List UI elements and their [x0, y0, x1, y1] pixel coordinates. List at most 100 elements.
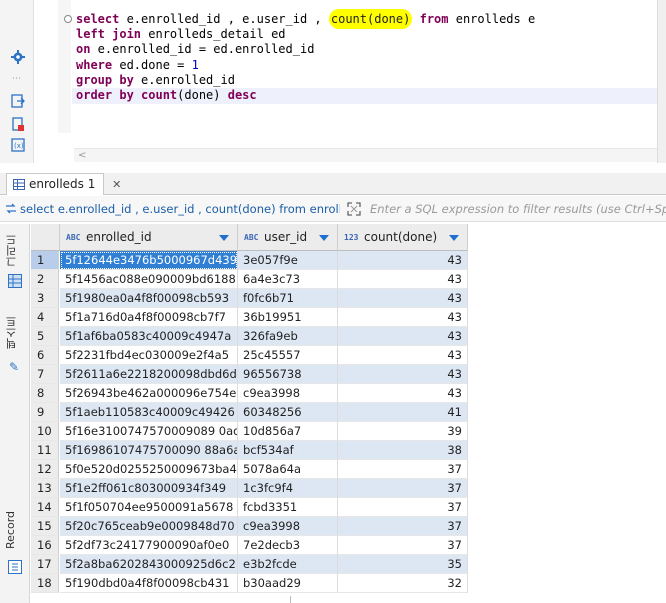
- result-tab[interactable]: enrolleds 1 ✕: [6, 173, 121, 195]
- enrolled-id-cell[interactable]: 5f0e520d0255250009673ba4: [60, 460, 238, 479]
- enrolled-id-cell[interactable]: 5f16986107475700090 88a6a: [60, 441, 238, 460]
- text-view-icon[interactable]: ✎: [9, 360, 19, 374]
- count-done-cell[interactable]: 43: [338, 384, 468, 403]
- enrolled-id-cell[interactable]: 5f190dbd0a4f8f00098cb431: [60, 574, 238, 593]
- table-row[interactable]: 3 5f1980ea0a4f8f00098cb593 f0fc6b71 43: [31, 289, 468, 308]
- user-id-cell[interactable]: e3b2fcde: [238, 555, 338, 574]
- table-row[interactable]: 17 5f2a8ba6202843000925d6c2 e3b2fcde 35: [31, 555, 468, 574]
- table-row[interactable]: 12 5f0e520d0255250009673ba4 5078a64a 37: [31, 460, 468, 479]
- record-view-icon[interactable]: [8, 560, 22, 574]
- enrolled-id-cell[interactable]: 5f1f050704ee9500091a5678: [60, 498, 238, 517]
- table-row[interactable]: 7 5f2611a6e2218200098dbd6d 96556738 43: [31, 365, 468, 384]
- sql-line[interactable]: group by e.enrolled_id: [76, 73, 535, 88]
- row-number-cell[interactable]: 2: [31, 270, 59, 289]
- column-header-count-done[interactable]: 123 count(done): [338, 224, 468, 251]
- user-id-cell[interactable]: 326fa9eb: [238, 327, 338, 346]
- export-icon[interactable]: [11, 94, 25, 108]
- sort-arrow-icon[interactable]: [219, 235, 229, 241]
- row-number-cell[interactable]: 11: [31, 441, 59, 460]
- enrolled-id-cell[interactable]: 5f26943be462a000096e754e: [60, 384, 238, 403]
- sql-line[interactable]: select e.enrolled_id , e.user_id , count…: [76, 9, 535, 29]
- count-done-cell[interactable]: 43: [338, 251, 468, 270]
- table-row[interactable]: 11 5f16986107475700090 88a6a bcf534af 38: [31, 441, 468, 460]
- user-id-cell[interactable]: fcbd3351: [238, 498, 338, 517]
- count-done-cell[interactable]: 43: [338, 346, 468, 365]
- record-view-label[interactable]: Record: [4, 504, 26, 556]
- filter-expression-input[interactable]: [368, 199, 666, 219]
- row-number-cell[interactable]: 7: [31, 365, 59, 384]
- row-number-cell[interactable]: 15: [31, 517, 59, 536]
- row-number-cell[interactable]: 17: [31, 555, 59, 574]
- sql-line[interactable]: where ed.done = 1: [76, 58, 535, 73]
- count-done-cell[interactable]: 35: [338, 555, 468, 574]
- sql-editor[interactable]: select e.enrolled_id , e.user_id , count…: [34, 0, 666, 163]
- user-id-cell[interactable]: 36b19951: [238, 308, 338, 327]
- count-done-cell[interactable]: 43: [338, 308, 468, 327]
- fold-marker-icon[interactable]: [64, 15, 72, 23]
- count-done-cell[interactable]: 41: [338, 403, 468, 422]
- row-number-cell[interactable]: 4: [31, 308, 59, 327]
- user-id-cell[interactable]: bcf534af: [238, 441, 338, 460]
- editor-horizontal-scrollbar[interactable]: < >: [74, 148, 666, 162]
- sort-arrow-icon[interactable]: [319, 235, 329, 241]
- row-number-cell[interactable]: 13: [31, 479, 59, 498]
- user-id-cell[interactable]: f0fc6b71: [238, 289, 338, 308]
- expand-filter-icon[interactable]: [346, 201, 362, 217]
- enrolled-id-cell[interactable]: 5f12644e3476b5000967d439: [60, 251, 238, 270]
- count-done-cell[interactable]: 37: [338, 517, 468, 536]
- enrolled-id-cell[interactable]: 5f1aeb110583c40009c49426: [60, 403, 238, 422]
- sql-line[interactable]: on e.enrolled_id = ed.enrolled_id: [76, 42, 535, 57]
- query-text[interactable]: select e.enrolled_id , e.user_id , count…: [20, 202, 340, 216]
- enrolled-id-cell[interactable]: 5f2a8ba6202843000925d6c2: [60, 555, 238, 574]
- count-done-cell[interactable]: 32: [338, 574, 468, 593]
- user-id-cell[interactable]: 1c3fc9f4: [238, 479, 338, 498]
- enrolled-id-cell[interactable]: 5f1a716d0a4f8f00098cb7f7: [60, 308, 238, 327]
- count-done-cell[interactable]: 37: [338, 479, 468, 498]
- count-done-cell[interactable]: 37: [338, 536, 468, 555]
- row-number-cell[interactable]: 6: [31, 346, 59, 365]
- user-id-cell[interactable]: 10d856a7: [238, 422, 338, 441]
- grid-view-icon[interactable]: [8, 274, 22, 288]
- settings-gear-icon[interactable]: [11, 50, 25, 64]
- row-number-cell[interactable]: 5: [31, 327, 59, 346]
- count-done-cell[interactable]: 37: [338, 498, 468, 517]
- row-number-cell[interactable]: 18: [31, 574, 59, 593]
- row-number-cell[interactable]: 14: [31, 498, 59, 517]
- row-number-cell[interactable]: 3: [31, 289, 59, 308]
- table-row[interactable]: 5 5f1af6ba0583c40009c4947a 326fa9eb 43: [31, 327, 468, 346]
- enrolled-id-cell[interactable]: 5f1980ea0a4f8f00098cb593: [60, 289, 238, 308]
- user-id-cell[interactable]: c9ea3998: [238, 517, 338, 536]
- row-number-cell[interactable]: 8: [31, 384, 59, 403]
- enrolled-id-cell[interactable]: 5f2df73c24177900090af0e0: [60, 536, 238, 555]
- count-done-cell[interactable]: 38: [338, 441, 468, 460]
- enrolled-id-cell[interactable]: 5f1af6ba0583c40009c4947a: [60, 327, 238, 346]
- user-id-cell[interactable]: 7e2decb3: [238, 536, 338, 555]
- count-done-cell[interactable]: 43: [338, 327, 468, 346]
- scroll-left-arrow-icon[interactable]: <: [78, 149, 86, 163]
- table-row[interactable]: 2 5f1456ac088e090009bd6188 6a4e3c73 43: [31, 270, 468, 289]
- row-number-cell[interactable]: 9: [31, 403, 59, 422]
- text-view-label[interactable]: 텍스트: [4, 310, 26, 356]
- user-id-cell[interactable]: 60348256: [238, 403, 338, 422]
- table-row[interactable]: 8 5f26943be462a000096e754e c9ea3998 43: [31, 384, 468, 403]
- count-done-cell[interactable]: 37: [338, 460, 468, 479]
- user-id-cell[interactable]: 6a4e3c73: [238, 270, 338, 289]
- table-row[interactable]: 1 5f12644e3476b5000967d439 3e057f9e 43: [31, 251, 468, 270]
- count-done-cell[interactable]: 39: [338, 422, 468, 441]
- row-number-cell[interactable]: 10: [31, 422, 59, 441]
- user-id-cell[interactable]: c9ea3998: [238, 384, 338, 403]
- sql-line[interactable]: order by count(done) desc: [76, 88, 535, 103]
- enrolled-id-cell[interactable]: 5f2611a6e2218200098dbd6d: [60, 365, 238, 384]
- table-row[interactable]: 15 5f20c765ceab9e0009848d70 c9ea3998 37: [31, 517, 468, 536]
- editor-vertical-scrollbar[interactable]: [657, 0, 666, 163]
- table-row[interactable]: 10 5f16e3100747570009089 0ad 10d856a7 39: [31, 422, 468, 441]
- enrolled-id-cell[interactable]: 5f1e2ff061c803000934f349: [60, 479, 238, 498]
- row-number-cell[interactable]: 12: [31, 460, 59, 479]
- table-row[interactable]: 13 5f1e2ff061c803000934f349 1c3fc9f4 37: [31, 479, 468, 498]
- user-id-cell[interactable]: b30aad29: [238, 574, 338, 593]
- user-id-cell[interactable]: 5078a64a: [238, 460, 338, 479]
- table-row[interactable]: 14 5f1f050704ee9500091a5678 fcbd3351 37: [31, 498, 468, 517]
- variables-icon[interactable]: (x): [11, 138, 25, 152]
- user-id-cell[interactable]: 25c45557: [238, 346, 338, 365]
- column-header-user-id[interactable]: ABC user_id: [238, 224, 338, 251]
